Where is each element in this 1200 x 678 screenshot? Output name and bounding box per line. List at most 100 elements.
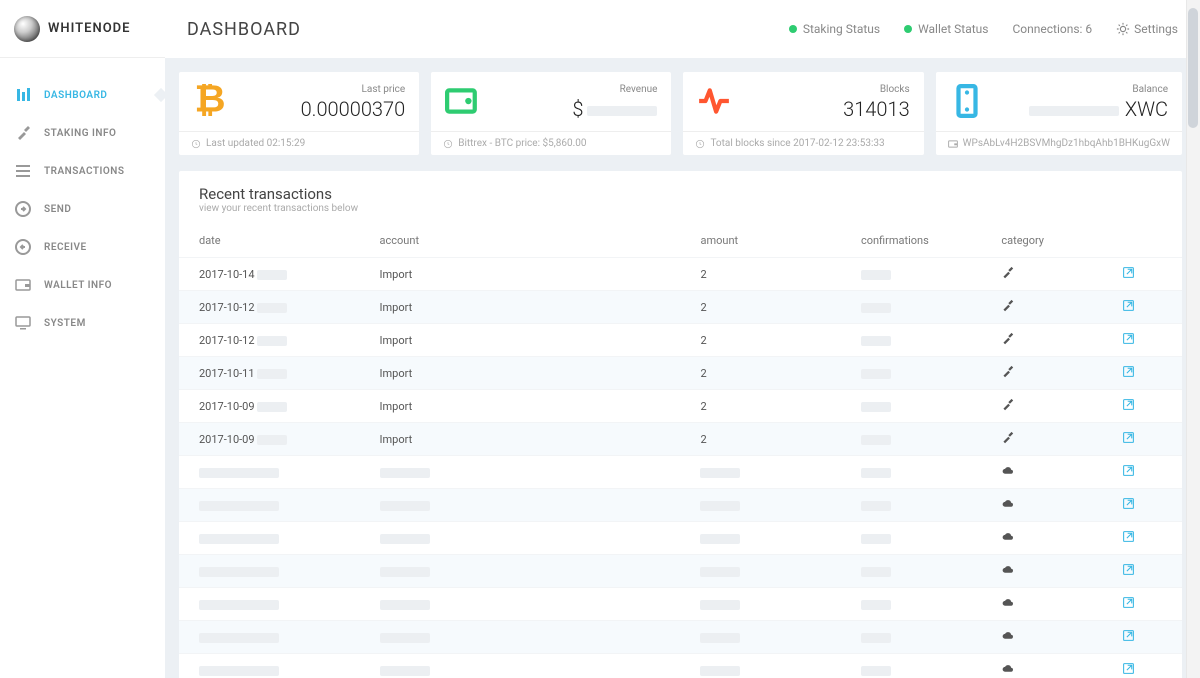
table-row: 2017-10-12 Import2 xyxy=(179,324,1182,357)
open-external-button[interactable] xyxy=(1122,302,1135,315)
open-external-button[interactable] xyxy=(1122,632,1135,645)
wallet-status-label: Wallet Status xyxy=(918,22,988,36)
sidebar: WHITENODE DASHBOARD STAKING INFO TRANSACTI… xyxy=(0,0,165,678)
cell-confirmations xyxy=(841,555,981,588)
table-row: 2017-10-09 Import2 xyxy=(179,423,1182,456)
cell-confirmations xyxy=(841,390,981,423)
nav-label: TRANSACTIONS xyxy=(44,166,124,177)
card-value: 0.00000370 xyxy=(237,97,405,121)
cell-category xyxy=(981,357,1101,390)
card-label: Revenue xyxy=(489,84,657,95)
scrollbar-thumb[interactable] xyxy=(1188,8,1198,128)
nav-label: SYSTEM xyxy=(44,318,86,329)
bars-icon xyxy=(14,86,32,104)
status-dot-icon xyxy=(789,25,797,33)
sidebar-item-receive[interactable]: RECEIVE xyxy=(0,228,165,266)
sidebar-item-system[interactable]: SYSTEM xyxy=(0,304,165,342)
cell-account xyxy=(360,588,681,621)
cloud-icon xyxy=(1001,533,1014,546)
nav-label: STAKING INFO xyxy=(44,128,116,139)
cell-confirmations xyxy=(841,357,981,390)
col-amount: amount xyxy=(680,224,840,258)
cell-category xyxy=(981,555,1101,588)
cell-amount xyxy=(680,621,840,654)
card-blocks: Blocks 314013 Total blocks since 2017-02… xyxy=(683,72,923,155)
cell-confirmations xyxy=(841,489,981,522)
table-row xyxy=(179,555,1182,588)
hammer-icon xyxy=(1001,368,1014,381)
connections-label: Connections: 6 xyxy=(1012,22,1092,36)
open-external-button[interactable] xyxy=(1122,665,1135,678)
cell-category xyxy=(981,324,1101,357)
card-footer-text: Bittrex - BTC price: $5,860.00 xyxy=(458,138,586,149)
open-external-button[interactable] xyxy=(1122,500,1135,513)
cell-date xyxy=(179,555,360,588)
open-external-button[interactable] xyxy=(1122,599,1135,612)
sidebar-item-send[interactable]: SEND xyxy=(0,190,165,228)
open-external-button[interactable] xyxy=(1122,434,1135,447)
brand: WHITENODE xyxy=(0,0,165,58)
cell-category xyxy=(981,621,1101,654)
wallet-icon xyxy=(14,276,32,294)
cell-date: 2017-10-11 xyxy=(179,357,360,390)
ticket-icon xyxy=(950,84,984,118)
cell-amount xyxy=(680,654,840,678)
cell-account xyxy=(360,456,681,489)
cell-amount xyxy=(680,456,840,489)
table-row: 2017-10-09 Import2 xyxy=(179,390,1182,423)
col-confirmations: confirmations xyxy=(841,224,981,258)
cell-date: 2017-10-12 xyxy=(179,291,360,324)
pulse-icon xyxy=(697,84,731,118)
cell-category xyxy=(981,654,1101,678)
clock-icon xyxy=(191,139,201,149)
cell-date xyxy=(179,654,360,678)
cell-account xyxy=(360,489,681,522)
scrollbar-track[interactable] xyxy=(1186,0,1200,678)
card-revenue: Revenue $ Bittrex - BTC price: $5,860.00 xyxy=(431,72,671,155)
open-external-button[interactable] xyxy=(1122,269,1135,282)
open-external-button[interactable] xyxy=(1122,368,1135,381)
wallet-status: Wallet Status xyxy=(904,22,988,36)
sidebar-item-transactions[interactable]: TRANSACTIONS xyxy=(0,152,165,190)
cell-amount: 2 xyxy=(680,324,840,357)
open-external-button[interactable] xyxy=(1122,467,1135,480)
cell-action xyxy=(1102,621,1182,654)
table-row xyxy=(179,522,1182,555)
cell-date: 2017-10-09 xyxy=(179,423,360,456)
staking-status-label: Staking Status xyxy=(803,22,880,36)
cell-amount xyxy=(680,522,840,555)
cell-account xyxy=(360,522,681,555)
cell-action xyxy=(1102,324,1182,357)
nav-label: WALLET INFO xyxy=(44,280,112,291)
open-external-button[interactable] xyxy=(1122,335,1135,348)
card-footer: WPsAbLv4H2BSVMhgDz1hbqAhb1BHKugGxW xyxy=(936,131,1182,155)
open-external-button[interactable] xyxy=(1122,533,1135,546)
cell-category xyxy=(981,522,1101,555)
cell-confirmations xyxy=(841,291,981,324)
status-area: Staking Status Wallet Status Connections… xyxy=(789,22,1178,36)
col-date: date xyxy=(179,224,360,258)
settings-button[interactable]: Settings xyxy=(1116,22,1178,36)
sidebar-item-staking-info[interactable]: STAKING INFO xyxy=(0,114,165,152)
arrow-in-icon xyxy=(14,238,32,256)
open-external-button[interactable] xyxy=(1122,401,1135,414)
cell-account xyxy=(360,654,681,678)
cell-amount: 2 xyxy=(680,390,840,423)
hammer-icon xyxy=(1001,269,1014,282)
cell-confirmations xyxy=(841,621,981,654)
arrow-out-icon xyxy=(14,200,32,218)
table-row: 2017-10-11 Import2 xyxy=(179,357,1182,390)
card-balance: Balance XWC WPsAbLv4H2BSVMhgDz1hbqAhb1BH… xyxy=(936,72,1182,155)
cell-confirmations xyxy=(841,522,981,555)
sidebar-item-dashboard[interactable]: DASHBOARD xyxy=(0,76,165,114)
card-value: $ xyxy=(489,97,657,121)
card-label: Last price xyxy=(237,84,405,95)
open-external-button[interactable] xyxy=(1122,566,1135,579)
cell-action xyxy=(1102,588,1182,621)
cell-action xyxy=(1102,423,1182,456)
cell-amount: 2 xyxy=(680,423,840,456)
hammer-icon xyxy=(1001,335,1014,348)
cell-action xyxy=(1102,654,1182,678)
hammer-icon xyxy=(1001,434,1014,447)
sidebar-item-wallet-info[interactable]: WALLET INFO xyxy=(0,266,165,304)
